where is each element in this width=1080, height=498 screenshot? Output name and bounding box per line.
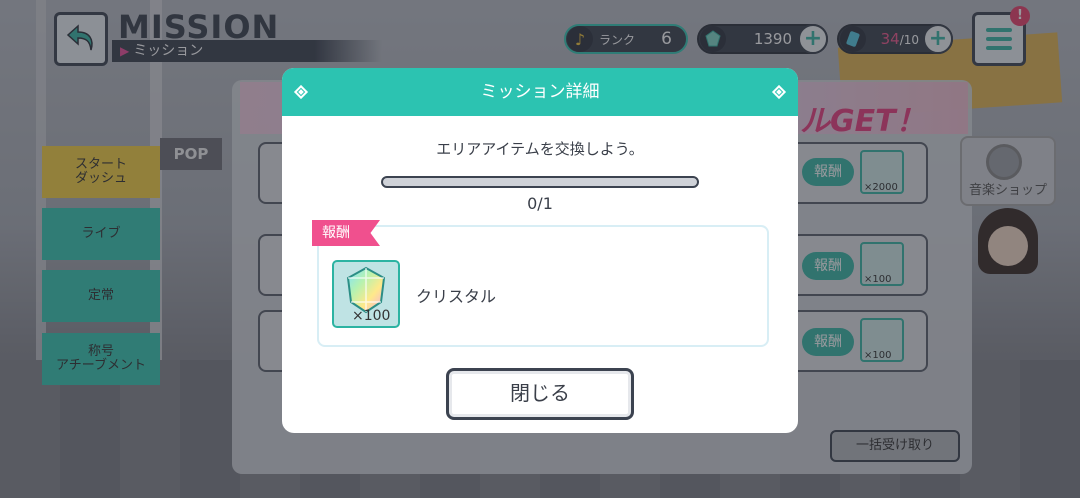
reward-name: クリスタル [416, 287, 497, 306]
mission-description: エリアアイテムを交換しよう。 [436, 140, 644, 158]
reward-quantity: ×100 [352, 308, 391, 324]
diamond-icon [771, 84, 787, 100]
progress-text: 0/1 [527, 194, 553, 213]
dialog-title: ミッション詳細 [480, 82, 600, 102]
reward-tag: 報酬 [312, 220, 380, 246]
dialog-header: ミッション詳細 [282, 68, 798, 116]
close-button[interactable]: 閉じる [446, 368, 634, 420]
diamond-icon [293, 84, 309, 100]
mission-detail-dialog: ミッション詳細 エリアアイテムを交換しよう。 0/1 報酬 ×100 クリスタル… [282, 68, 798, 433]
progress-bar [381, 176, 699, 188]
crystal-icon [346, 266, 386, 314]
